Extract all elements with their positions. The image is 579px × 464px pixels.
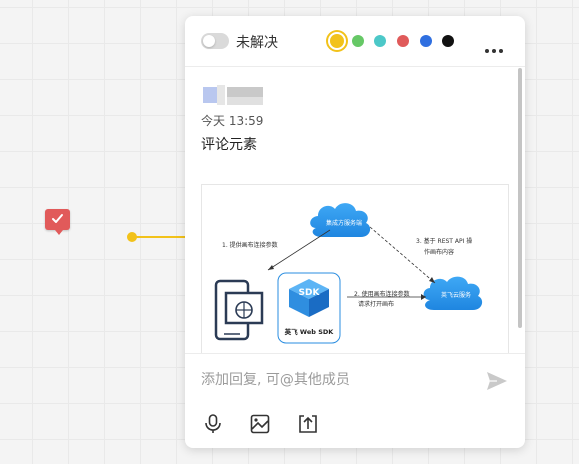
sdk-badge-text: SDK [299,288,321,298]
step-3-label-line1: 3. 基于 REST API 操 [416,237,472,245]
reply-composer [185,353,525,448]
color-swatch-cyan[interactable] [374,35,386,47]
color-swatch-blue[interactable] [420,35,432,47]
step-2-label-line2: 请求打开画布 [358,300,394,308]
comment-header: 未解决 [185,16,525,67]
color-swatch-black[interactable] [442,35,454,47]
cloud-right-label: 英飞云服务 [441,291,471,299]
avatar [201,85,263,107]
color-swatch-yellow[interactable] [330,34,344,48]
resolve-toggle[interactable] [201,33,229,49]
comment-check-icon [52,214,63,223]
comment-connector [132,236,188,238]
step-3-label-line2: 作画布内容 [424,248,454,256]
resolve-status-label: 未解决 [236,35,278,51]
comment-panel: 未解决 今天 13:59 评论元素 集成方服务端 英飞云服务 SDK 英飞 We… [185,16,525,448]
more-horizontal-icon[interactable] [485,38,506,57]
reply-input[interactable] [201,370,461,390]
comment-text: 评论元素 [201,137,257,153]
step-1-label: 1. 提供画布连接参数 [222,241,278,249]
arrow-1 [267,229,331,271]
color-swatch-green[interactable] [352,35,364,47]
cloud-top-label: 集成方服务端 [326,219,362,227]
browser-device-icon [214,279,264,341]
sdk-label: 英飞 Web SDK [284,327,335,336]
attached-image[interactable]: 集成方服务端 英飞云服务 SDK 英飞 Web SDK 1. 提供画布连接参数 … [201,184,509,353]
send-icon[interactable] [485,370,509,392]
upload-icon[interactable] [297,413,319,435]
image-icon[interactable] [249,413,271,435]
comment-timestamp: 今天 13:59 [201,114,264,128]
comment-thread: 今天 13:59 评论元素 集成方服务端 英飞云服务 SDK 英飞 Web SD… [185,67,525,353]
comment-marker[interactable] [45,209,70,235]
microphone-icon[interactable] [202,413,224,435]
thread-scrollbar[interactable] [518,68,522,328]
color-swatch-red[interactable] [397,35,409,47]
connector-anchor [127,232,137,242]
step-2-label-line1: 2. 使用画布连接参数 [354,290,410,298]
